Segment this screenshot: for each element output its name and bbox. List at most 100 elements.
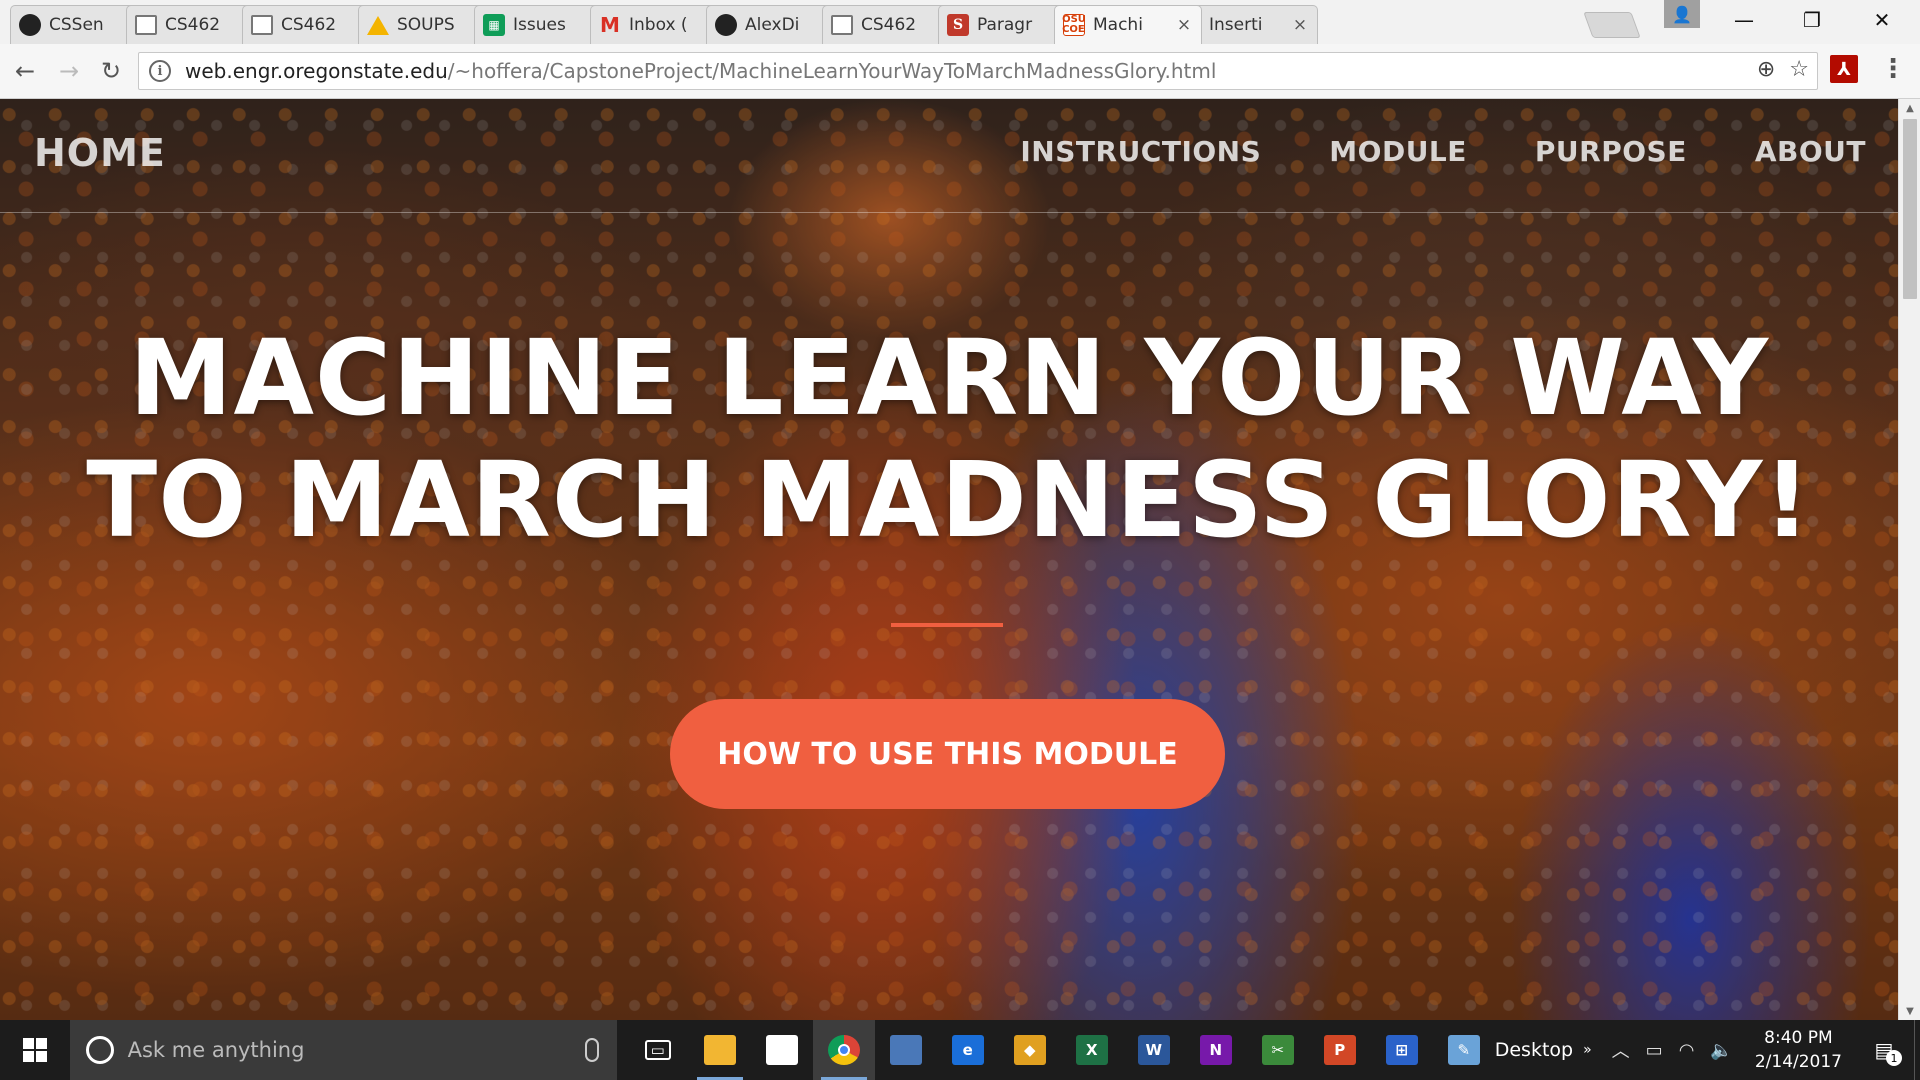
nav-link-about[interactable]: ABOUT (1755, 135, 1866, 168)
github-icon (19, 14, 41, 36)
show-desktop-button[interactable] (1914, 1020, 1920, 1080)
site-info-icon[interactable]: i (149, 60, 171, 82)
close-window-icon[interactable]: ✕ (1848, 0, 1916, 40)
headline-line-1: MACHINE LEARN YOUR WAY (128, 317, 1770, 439)
toolbar-expand-icon[interactable]: » (1583, 1042, 1592, 1058)
snipping-tool-icon: ✂ (1261, 1035, 1294, 1065)
browser-tab-strip: CSSen×CS462×CS462×SOUPS×▦Issues×MInbox (… (0, 0, 1920, 44)
clock[interactable]: 8:40 PM 2/14/2017 (1755, 1026, 1842, 1074)
document-icon (831, 15, 853, 35)
scroll-thumb[interactable] (1903, 119, 1917, 299)
url-host: web.engr.oregonstate.edu (185, 59, 448, 83)
nav-link-module[interactable]: MODULE (1329, 135, 1467, 168)
taskbar-app[interactable]: ▭ (627, 1020, 689, 1080)
new-tab-button[interactable] (1583, 12, 1641, 38)
browser-tab[interactable]: OSU COE Machi × (1054, 5, 1202, 44)
file-explorer-icon (703, 1035, 736, 1065)
word-icon: W (1137, 1035, 1170, 1065)
volume-icon[interactable]: 🔈 (1710, 1040, 1732, 1061)
task-view-icon: ▭ (644, 1040, 671, 1060)
nav-links: INSTRUCTIONS MODULE PURPOSE ABOUT (1020, 135, 1866, 168)
taskbar-app[interactable]: ⊞ (1371, 1020, 1433, 1080)
edge-icon: e (951, 1035, 984, 1065)
headline-line-2: TO MARCH MADNESS GLORY! (86, 439, 1812, 561)
acrobat-extension-icon[interactable]: ⅄ (1830, 55, 1858, 83)
tab-label: Paragr (977, 15, 1033, 35)
taskbar-app[interactable]: W (1123, 1020, 1185, 1080)
tab-label: CS462 (281, 15, 337, 35)
microphone-icon[interactable] (584, 1038, 599, 1062)
wifi-icon[interactable]: ◠ (1679, 1040, 1695, 1061)
battery-icon[interactable]: ▭ (1646, 1040, 1663, 1061)
browser-menu-icon[interactable]: ⋮ (1880, 54, 1906, 84)
tab-label: Inserti (1209, 15, 1263, 35)
taskbar-app[interactable] (751, 1020, 813, 1080)
store-icon (765, 1035, 798, 1065)
zoom-icon[interactable]: ⊕ (1757, 57, 1775, 82)
home-link[interactable]: HOME (34, 131, 166, 175)
tab-close-icon[interactable]: × (1291, 15, 1309, 35)
back-icon[interactable]: ← (8, 54, 42, 88)
how-to-use-button[interactable]: HOW TO USE THIS MODULE (670, 699, 1225, 809)
clock-date: 2/14/2017 (1754, 1052, 1842, 1072)
document-icon (135, 15, 157, 35)
taskbar-app[interactable]: ◆ (999, 1020, 1061, 1080)
tab-label: Issues (513, 15, 566, 35)
tab-label: Inbox ( (629, 15, 688, 35)
tab-label: SOUPS (397, 15, 455, 35)
tab-close-icon[interactable]: × (1175, 15, 1193, 35)
excel-icon: X (1075, 1035, 1108, 1065)
bookmark-star-icon[interactable]: ☆ (1789, 57, 1809, 82)
cortana-search-box[interactable]: Ask me anything (69, 1020, 617, 1080)
google-sheets-icon: ▦ (483, 14, 505, 36)
restore-icon[interactable]: ❐ (1778, 0, 1846, 40)
taskbar-app[interactable] (875, 1020, 937, 1080)
taskbar-app[interactable]: e (937, 1020, 999, 1080)
search-placeholder: Ask me anything (127, 1038, 305, 1062)
powerpoint-icon: P (1323, 1035, 1356, 1065)
tab-label: AlexDi (745, 15, 800, 35)
address-bar[interactable]: i web.engr.oregonstate.edu/~hoffera/Caps… (138, 52, 1818, 90)
windows-logo-icon (22, 1038, 47, 1062)
scroll-up-arrow-icon[interactable]: ▲ (1899, 99, 1920, 117)
desktop-toolbar-label[interactable]: Desktop (1495, 1039, 1573, 1061)
vertical-scrollbar[interactable]: ▲ ▼ (1898, 99, 1920, 1020)
clock-time: 8:40 PM (1764, 1028, 1833, 1048)
show-hidden-icons-icon[interactable]: ︿ (1612, 1037, 1630, 1063)
forward-icon[interactable]: → (52, 54, 86, 88)
action-center-icon[interactable]: ▤ 1 (1864, 1030, 1904, 1070)
nav-link-purpose[interactable]: PURPOSE (1535, 135, 1687, 168)
gmail-icon: M (600, 13, 620, 37)
google-drive-icon (367, 15, 389, 35)
accent-divider (891, 623, 1003, 627)
hero-headline: MACHINE LEARN YOUR WAY TO MARCH MADNESS … (0, 317, 1898, 561)
url-path: /~hoffera/CapstoneProject/MachineLearnYo… (447, 59, 1217, 83)
profile-icon[interactable]: 👤 (1664, 0, 1700, 28)
taskbar-app[interactable]: X (1061, 1020, 1123, 1080)
tab-label: CS462 (861, 15, 917, 35)
tab-label: CS462 (165, 15, 221, 35)
paint-net-icon (889, 1035, 922, 1065)
system-tray: Desktop » ︿ ▭ ◠ 🔈 8:40 PM 2/14/2017 ▤ 1 (1495, 1020, 1920, 1080)
network-app-icon: ⊞ (1385, 1035, 1418, 1065)
nav-link-instructions[interactable]: INSTRUCTIONS (1020, 135, 1261, 168)
notification-badge: 1 (1886, 1050, 1902, 1066)
chrome-icon (827, 1035, 860, 1065)
taskbar-app[interactable] (812, 1020, 875, 1080)
taskbar-app[interactable]: N (1185, 1020, 1247, 1080)
taskbar-app[interactable]: ✎ (1433, 1020, 1495, 1080)
start-button[interactable] (0, 1020, 70, 1080)
taskbar-app[interactable]: ✂ (1247, 1020, 1309, 1080)
scroll-down-arrow-icon[interactable]: ▼ (1899, 1002, 1920, 1020)
reload-icon[interactable]: ↻ (94, 54, 128, 88)
document-icon (251, 15, 273, 35)
site-navbar: HOME INSTRUCTIONS MODULE PURPOSE ABOUT (0, 99, 1898, 213)
osu-coe-icon: OSU COE (1062, 14, 1086, 36)
onenote-icon: N (1199, 1035, 1232, 1065)
taskbar-app[interactable] (689, 1020, 751, 1080)
page-hero: HOME INSTRUCTIONS MODULE PURPOSE ABOUT MACH… (0, 99, 1898, 1020)
minimize-icon[interactable]: — (1710, 0, 1778, 40)
cortana-icon (85, 1036, 114, 1064)
taskbar-app[interactable]: P (1309, 1020, 1371, 1080)
github-icon (715, 14, 737, 36)
